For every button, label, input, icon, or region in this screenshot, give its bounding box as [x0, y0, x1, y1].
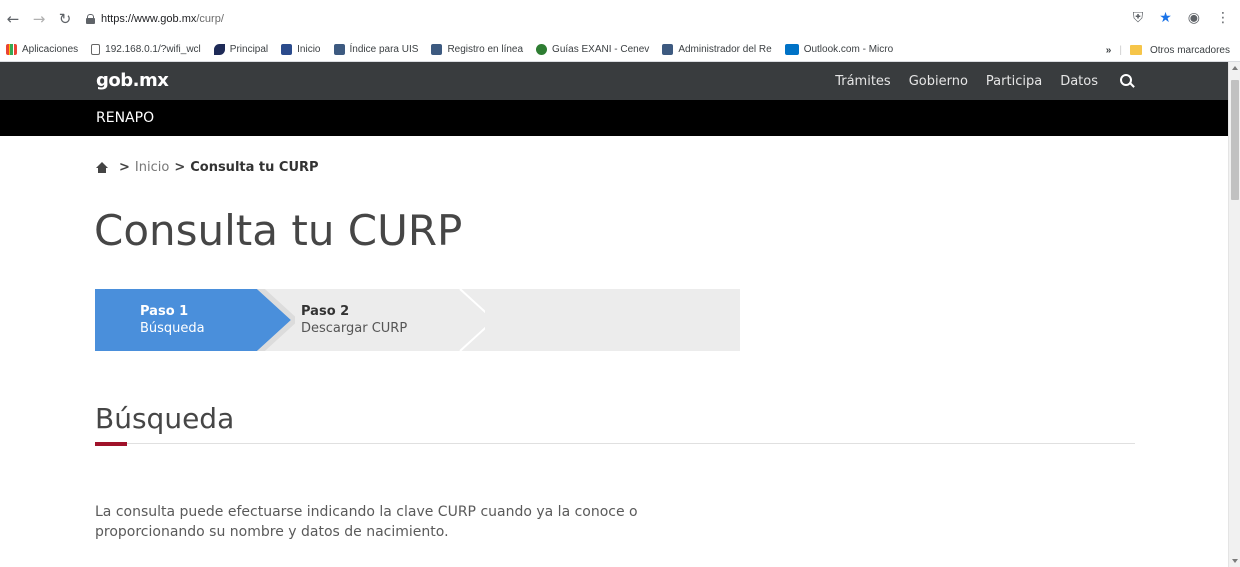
nav-gobierno[interactable]: Gobierno	[909, 74, 968, 89]
url-host: https://www.gob.mx	[101, 13, 197, 25]
page-scrollbar[interactable]	[1228, 62, 1240, 567]
scroll-down-icon[interactable]	[1232, 559, 1238, 563]
bookmark-label: 192.168.0.1/?wifi_wcl	[105, 44, 201, 55]
gobmx-logo[interactable]: gob.mx	[96, 70, 169, 91]
step-2-title: Paso 2	[301, 304, 350, 319]
home-icon[interactable]	[96, 162, 108, 173]
folder-icon	[1129, 45, 1142, 55]
site-icon	[333, 44, 345, 55]
bookmark-indice-uis[interactable]: Índice para UIS	[333, 44, 419, 55]
lock-icon	[86, 14, 95, 24]
scroll-thumb[interactable]	[1231, 80, 1239, 200]
bookmark-star-icon[interactable]: ★	[1159, 10, 1172, 26]
site-icon	[281, 44, 293, 55]
site-icon	[662, 44, 674, 55]
browser-actions: ⛨ ★ ◉ ⋮	[1133, 10, 1230, 26]
page-title: Consulta tu CURP	[94, 206, 463, 255]
bookmark-label: Inicio	[297, 44, 321, 55]
bookmark-registro[interactable]: Registro en línea	[431, 44, 523, 55]
bookmark-label: Aplicaciones	[22, 44, 79, 55]
bookmark-label: Guías EXANI - Cenev	[552, 44, 650, 55]
site-header: gob.mx Trámites Gobierno Participa Datos	[0, 62, 1228, 100]
section-divider	[95, 443, 1135, 444]
bookmark-label: Outlook.com - Micro	[803, 44, 894, 55]
step-2-label: Descargar CURP	[301, 321, 408, 336]
bird-icon	[213, 44, 225, 55]
bookmark-label: Índice para UIS	[349, 44, 419, 55]
menu-kebab-icon[interactable]: ⋮	[1216, 10, 1230, 26]
bookmark-inicio[interactable]: Inicio	[281, 44, 321, 55]
bookmarks-bar: Aplicaciones 192.168.0.1/?wifi_wcl Princ…	[0, 38, 1240, 62]
nav-datos[interactable]: Datos	[1060, 74, 1098, 89]
site-icon	[431, 44, 443, 55]
step-2-text: Paso 2 Descargar CURP	[301, 303, 407, 337]
outlook-icon	[784, 44, 799, 55]
bookmark-label: Principal	[229, 44, 269, 55]
nav-participa[interactable]: Participa	[986, 74, 1042, 89]
breadcrumb: > Inicio > Consulta tu CURP	[96, 160, 319, 175]
music-icon	[536, 44, 548, 55]
bookmarks-overflow: » | Otros marcadores	[1099, 38, 1230, 61]
apps-grid-icon	[6, 44, 17, 55]
extension-icon[interactable]: ⛨	[1133, 10, 1144, 26]
divider: |	[1119, 44, 1122, 56]
main-nav: Trámites Gobierno Participa Datos	[835, 62, 1134, 100]
breadcrumb-current: Consulta tu CURP	[190, 160, 319, 175]
step-1-label: Búsqueda	[140, 321, 205, 336]
bookmark-outlook[interactable]: Outlook.com - Micro	[784, 44, 894, 55]
step-1-title: Paso 1	[140, 304, 189, 319]
step-1-text: Paso 1 Búsqueda	[140, 303, 205, 337]
scroll-up-icon[interactable]	[1232, 66, 1238, 70]
search-icon[interactable]	[1120, 74, 1134, 88]
reload-icon[interactable]: ↻	[52, 10, 78, 28]
breadcrumb-separator: >	[119, 160, 130, 175]
bookmark-label: Administrador del Re	[678, 44, 772, 55]
bookmark-guias-exani[interactable]: Guías EXANI - Cenev	[536, 44, 649, 55]
url-path: /curp/	[196, 13, 224, 25]
bookmark-label: Registro en línea	[447, 44, 524, 55]
sub-header: RENAPO	[0, 100, 1228, 136]
section-title: Búsqueda	[95, 402, 235, 435]
breadcrumb-separator: >	[174, 160, 186, 175]
bookmark-principal[interactable]: Principal	[213, 44, 269, 55]
breadcrumb-inicio[interactable]: Inicio	[135, 160, 169, 175]
bookmark-administrador[interactable]: Administrador del Re	[662, 44, 772, 55]
browser-toolbar: ← → ↻ https://www.gob.mx/curp/ ⛨ ★ ◉ ⋮	[0, 0, 1240, 38]
bookmark-aplicaciones[interactable]: Aplicaciones	[6, 44, 78, 55]
accent-underline	[95, 442, 127, 446]
account-icon[interactable]: ◉	[1188, 10, 1200, 26]
back-arrow-icon[interactable]: ←	[0, 10, 26, 28]
section-description: La consulta puede efectuarse indicando l…	[95, 504, 638, 540]
forward-arrow-icon[interactable]: →	[26, 10, 52, 28]
step-indicator: Paso 1 Búsqueda Paso 2 Descargar CURP	[95, 289, 740, 351]
renapo-title[interactable]: RENAPO	[96, 110, 154, 126]
bookmark-router[interactable]: 192.168.0.1/?wifi_wcl	[91, 44, 201, 55]
more-bookmarks-button[interactable]: »	[1106, 45, 1112, 56]
other-bookmarks-button[interactable]: Otros marcadores	[1150, 45, 1230, 56]
nav-tramites[interactable]: Trámites	[835, 74, 891, 89]
address-bar[interactable]: https://www.gob.mx/curp/	[86, 13, 224, 25]
page-icon	[91, 44, 101, 55]
